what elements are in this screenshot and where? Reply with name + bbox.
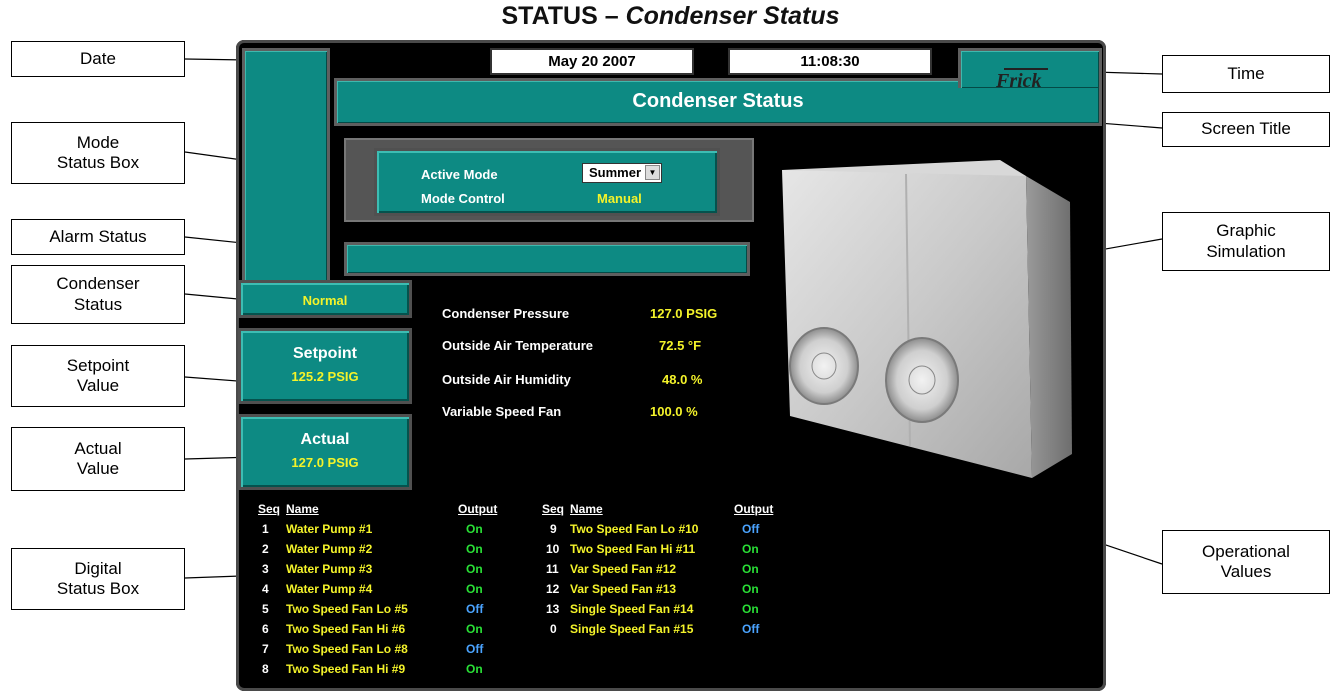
mode-control-value: Manual <box>597 191 642 206</box>
alarm-status-bar <box>344 242 750 276</box>
op-label-outside-air-humidity: Outside Air Humidity <box>442 372 571 387</box>
chevron-down-icon[interactable]: ▼ <box>645 165 660 180</box>
ds-head-seq-right: Seq <box>542 502 565 516</box>
ds-head-name-left: Name <box>286 502 319 516</box>
actual-value: 127.0 PSIG <box>291 455 359 470</box>
mode-status-box: Active Mode Summer ▼ Mode Control Manual <box>374 148 720 216</box>
callout-condenser-status: Condenser Status <box>11 265 185 324</box>
actual-tile: Actual 127.0 PSIG <box>238 414 412 490</box>
condenser-status-value: Normal <box>302 293 348 308</box>
time-display: 11:08:30 <box>728 48 932 75</box>
op-label-variable-speed-fan: Variable Speed Fan <box>442 404 562 419</box>
ds-head-name-right: Name <box>570 502 603 516</box>
op-value-outside-air-humidity: 48.0 % <box>662 372 703 387</box>
op-label-outside-air-temp: Outside Air Temperature <box>442 338 593 353</box>
op-value-variable-speed-fan: 100.0 % <box>650 404 698 419</box>
op-value-outside-air-temp: 72.5 °F <box>659 338 702 353</box>
condenser-graphic <box>782 160 1072 478</box>
active-mode-label: Active Mode <box>421 167 498 182</box>
fan-left <box>789 327 859 405</box>
callout-screen-title: Screen Title <box>1162 112 1330 147</box>
digital-status-box: Seq Name Output Seq Name Output 1 Water … <box>258 502 774 676</box>
ds-head-output-left: Output <box>458 502 498 516</box>
callout-actual-value: Actual Value <box>11 427 185 491</box>
callout-time: Time <box>1162 55 1330 93</box>
callout-operational-values: Operational Values <box>1162 530 1330 594</box>
ds-head-seq-left: Seq <box>258 502 281 516</box>
mode-control-label: Mode Control <box>421 191 505 206</box>
callout-setpoint-value: Setpoint Value <box>11 345 185 407</box>
callout-alarm-status: Alarm Status <box>11 219 185 255</box>
setpoint-value: 125.2 PSIG <box>291 369 359 384</box>
callout-digital-status-box: Digital Status Box <box>11 548 185 610</box>
screen-title: Condenser Status <box>632 90 804 112</box>
setpoint-label: Setpoint <box>293 345 357 362</box>
condenser-status-tile: Normal <box>238 280 412 318</box>
op-label-condenser-pressure: Condenser Pressure <box>442 306 570 321</box>
condenser-side <box>1026 176 1072 478</box>
ds-head-output-right: Output <box>734 502 774 516</box>
setpoint-tile: Setpoint 125.2 PSIG <box>238 328 412 404</box>
actual-label: Actual <box>300 431 350 448</box>
date-display: May 20 2007 <box>490 48 694 75</box>
callout-mode-status-box: Mode Status Box <box>11 122 185 184</box>
fan-right <box>885 337 959 423</box>
left-frame-column <box>242 48 330 294</box>
callout-date: Date <box>11 41 185 77</box>
active-mode-select[interactable]: Summer ▼ <box>582 163 662 183</box>
op-value-condenser-pressure: 127.0 PSIG <box>650 306 718 321</box>
callout-graphic-simulation: Graphic Simulation <box>1162 212 1330 271</box>
hmi-screen: Frick May 20 2007 11:08:30 Condenser Sta… <box>236 40 1106 691</box>
